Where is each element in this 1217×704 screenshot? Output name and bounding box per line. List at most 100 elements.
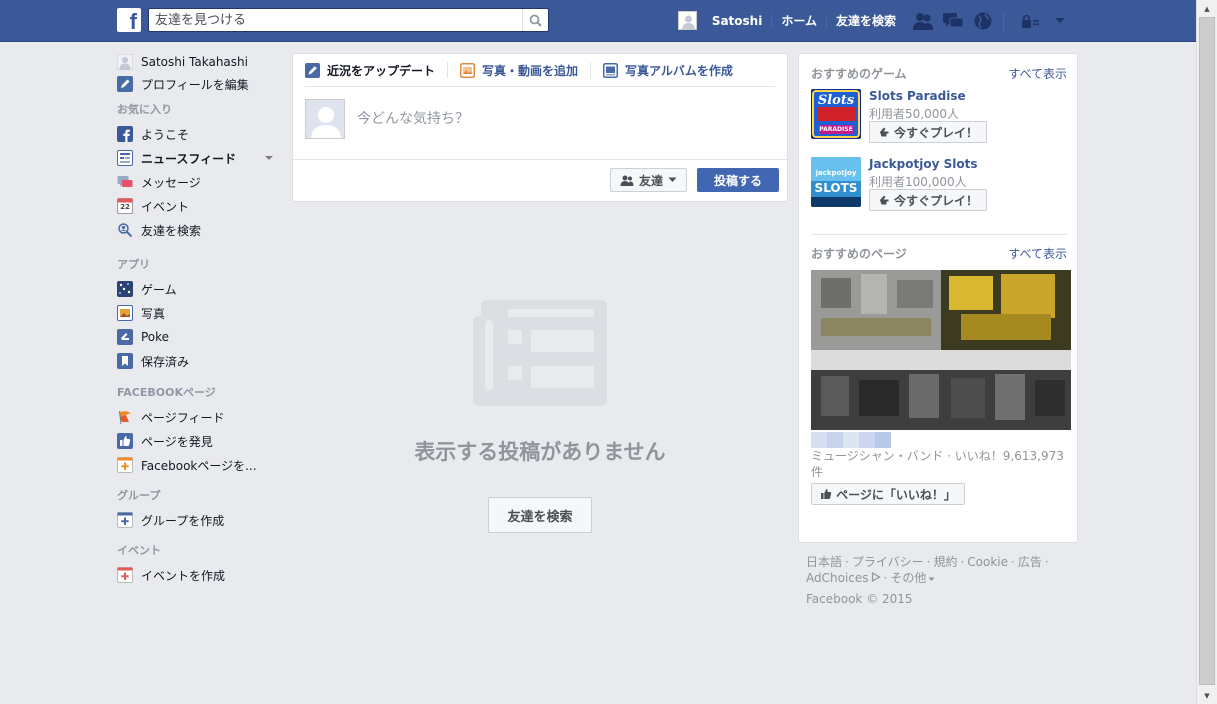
sidebar-item-label: ようこそ (141, 127, 190, 142)
nav-separator (1003, 10, 1004, 31)
sidebar-item-discover-pages[interactable]: ページを発見 (117, 429, 277, 453)
tab-label: 近況をアップデート (327, 63, 436, 78)
footer-link-ads[interactable]: 広告 (1018, 555, 1042, 569)
sidebar-item-label: ゲーム (141, 282, 177, 297)
like-page-button[interactable]: ページに「いいね！」 (811, 483, 965, 505)
privacy-shortcuts-icon[interactable] (1018, 10, 1042, 32)
scroll-up-arrow-icon[interactable]: ▲ (1197, 0, 1217, 17)
sidebar-item-label: グループを作成 (141, 513, 225, 528)
search-icon[interactable] (522, 9, 548, 31)
slots-paradise-thumbnail[interactable]: Slots PARADISE (811, 89, 861, 139)
scroll-down-arrow-icon[interactable]: ▼ (1197, 687, 1217, 704)
sidebar-item-create-page[interactable]: Facebookページを... (117, 453, 277, 477)
tab-add-photo-video[interactable]: 写真・動画を追加 (460, 62, 592, 78)
post-button[interactable]: 投稿する (697, 168, 779, 192)
sidebar-item-photos[interactable]: 写真 (117, 301, 277, 325)
sidebar-item-label: Poke (141, 330, 170, 344)
facebook-icon (117, 126, 133, 142)
sidebar-item-edit-profile[interactable]: プロフィールを編集 (117, 72, 277, 96)
account-menu-chevron-down-icon[interactable] (1048, 10, 1072, 32)
nav-home-link[interactable]: ホーム (772, 13, 827, 28)
audience-selector-button[interactable]: 友達 (610, 168, 687, 192)
sidebar-item-label: Satoshi Takahashi (141, 55, 248, 69)
sidebar-item-welcome[interactable]: ようこそ (117, 122, 277, 146)
friend-requests-icon[interactable] (911, 10, 935, 32)
footer-links: 日本語 · プライバシー · 規約 · Cookie · 広告 · AdChoices · その他 (806, 555, 1049, 585)
footer-link-language[interactable]: 日本語 (806, 555, 842, 569)
tab-update-status[interactable]: 近況をアップデート (305, 62, 449, 78)
search-box[interactable] (148, 8, 549, 32)
facebook-logo[interactable]: f (117, 8, 141, 32)
plus-icon (117, 512, 133, 528)
profile-avatar-icon (116, 53, 134, 71)
thumbs-up-icon (117, 433, 133, 449)
footer-link-more[interactable]: その他 (890, 571, 926, 585)
audience-label: 友達 (638, 173, 663, 188)
sidebar-item-label: イベント (141, 199, 190, 214)
nav-find-friends-link[interactable]: 友達を検索 (827, 14, 905, 28)
sidebar-item-news-feed[interactable]: ニュースフィード (117, 146, 277, 170)
footer-link-cookie[interactable]: Cookie (967, 555, 1008, 569)
post-composer: 近況をアップデート 写真・動画を追加 写真アルバムを作成 友達 投稿する (292, 53, 788, 202)
notifications-globe-icon[interactable] (971, 10, 995, 32)
game-name-link[interactable]: Jackpotjoy Slots (869, 157, 977, 171)
see-all-games-link[interactable]: すべて表示 (1008, 65, 1067, 81)
play-now-label: 今すぐプレイ！ (893, 193, 978, 208)
sidebar-item-create-group[interactable]: グループを作成 (117, 508, 277, 532)
footer-link-privacy[interactable]: プライバシー (852, 555, 924, 569)
empty-feed-newspaper-icon (473, 300, 607, 408)
footer-link-terms[interactable]: 規約 (933, 555, 957, 569)
search-input[interactable] (149, 9, 519, 31)
sidebar-item-label: ニュースフィード (141, 151, 237, 166)
sidebar-item-label: ページを発見 (141, 434, 213, 449)
sidebar-item-pages-feed[interactable]: ページフィード (117, 405, 277, 429)
right-column: おすすめのゲーム すべて表示 Slots PARADISE Slots Para… (798, 53, 1078, 543)
pencil-icon (305, 62, 320, 78)
play-now-button[interactable]: 今すぐプレイ！ (869, 121, 987, 143)
thumbs-up-icon (821, 489, 832, 499)
calendar-day: 22 (120, 203, 130, 211)
chevron-down-icon[interactable] (265, 156, 273, 160)
copyright: Facebook © 2015 (806, 592, 913, 606)
sidebar-item-games[interactable]: ゲーム (117, 277, 277, 301)
messages-icon[interactable] (941, 10, 965, 32)
poke-icon (117, 329, 133, 345)
sidebar-item-label: プロフィールを編集 (141, 77, 249, 92)
sidebar-item-poke[interactable]: Poke (117, 325, 277, 349)
photos-icon (117, 305, 133, 321)
game-name-link[interactable]: Slots Paradise (869, 89, 966, 103)
sidebar-item-events[interactable]: 22 イベント (117, 194, 277, 218)
suggested-game-item: jackpotjoy SLOTS Jackpotjoy Slots 利用者100… (811, 157, 1067, 211)
top-nav: Satoshi ホーム 友達を検索 (677, 0, 1072, 41)
play-now-label: 今すぐプレイ！ (893, 125, 978, 140)
plus-icon (117, 457, 133, 473)
pages-section-title: おすすめのページ (811, 247, 907, 261)
sidebar-item-profile[interactable]: Satoshi Takahashi (116, 52, 277, 72)
tab-label: 写真・動画を追加 (482, 63, 579, 78)
pencil-icon (117, 76, 133, 92)
sidebar-item-find-friends[interactable]: 友達を検索 (117, 218, 277, 242)
chevron-down-icon (668, 177, 677, 182)
games-section-title: おすすめのゲーム (811, 67, 907, 81)
tab-create-album[interactable]: 写真アルバムを作成 (603, 62, 745, 78)
vertical-scrollbar[interactable]: ▲ ▼ (1196, 0, 1217, 704)
pages-header: おすすめのページ すべて表示 (811, 245, 1067, 261)
sidebar-item-create-event[interactable]: イベントを作成 (117, 563, 277, 587)
suggested-page-name-pixelated[interactable] (811, 432, 891, 448)
find-friends-button[interactable]: 友達を検索 (488, 497, 592, 533)
sidebar-item-saved[interactable]: 保存済み (117, 349, 277, 373)
scrollbar-thumb[interactable] (1199, 17, 1215, 685)
games-icon (117, 281, 133, 297)
see-all-pages-link[interactable]: すべて表示 (1008, 245, 1067, 261)
jackpotjoy-slots-thumbnail[interactable]: jackpotjoy SLOTS (811, 157, 861, 207)
suggested-page-cover-image[interactable] (811, 270, 1071, 430)
play-now-button[interactable]: 今すぐプレイ！ (869, 189, 987, 211)
user-avatar[interactable] (677, 11, 697, 30)
status-input[interactable] (357, 111, 757, 127)
sidebar-item-messages[interactable]: メッセージ (117, 170, 277, 194)
footer-link-adchoices[interactable]: AdChoices (806, 571, 869, 585)
suggested-game-item: Slots PARADISE Slots Paradise 利用者50,000人… (811, 89, 1067, 143)
top-bar: f Satoshi ホーム 友達を検索 (0, 0, 1196, 42)
nav-profile-link[interactable]: Satoshi (703, 13, 773, 28)
sidebar-item-label: イベントを作成 (141, 568, 226, 583)
